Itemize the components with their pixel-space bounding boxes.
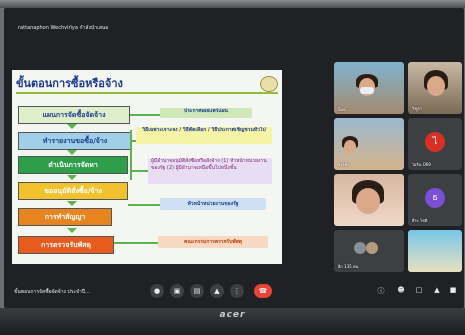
people-icon[interactable]: ☻ <box>396 286 406 294</box>
participant-thumb <box>366 242 378 254</box>
face-mask <box>360 87 374 94</box>
participant-name: ไอริน O69 <box>412 162 431 167</box>
participant-name: วิฑูรา <box>412 106 422 111</box>
meeting-title: ขั้นตอนการจัดซื้อจัดจ้าง ประจำปี... <box>14 289 90 295</box>
step-5: การทำสัญญา <box>18 208 112 226</box>
monitor-brand-logo: acer <box>219 310 246 320</box>
note-approver: ผู้มีอำนาจอนุมัติสั่งซื้อหรือสั่งจ้าง (1… <box>148 158 272 184</box>
activities-icon[interactable]: ▲ <box>432 286 442 294</box>
participant-name: Sasi <box>338 107 347 112</box>
slide-logo <box>260 76 278 92</box>
presentation-slide: ขั้นตอนการซื้อหรือจ้าง แผนการจัดซื้อจัดจ… <box>12 70 282 264</box>
participant-face <box>356 188 380 214</box>
participant-tile[interactable] <box>408 230 462 272</box>
down-arrow-icon <box>67 175 77 180</box>
end-call-icon[interactable]: ☎ <box>254 284 272 298</box>
step-3: ดำเนินการจัดหา <box>18 156 128 174</box>
participant-tile[interactable]: จรรยา <box>334 118 404 170</box>
down-arrow-icon <box>67 150 77 155</box>
monitor-bezel-bottom: acer <box>0 308 465 335</box>
participant-name: ธีระ โชติ <box>412 218 428 223</box>
captions-icon[interactable]: ▤ <box>190 284 204 298</box>
participant-tile[interactable]: ธ ธีระ โชติ <box>408 174 462 226</box>
note-methods: วิธีเฉพาะเจาะจง / วิธีคัดเลือก / วิธีประ… <box>136 127 272 144</box>
down-arrow-icon <box>67 124 77 129</box>
participant-tile[interactable]: ไ ไอริน O69 <box>408 118 462 170</box>
info-icon[interactable]: ⓘ <box>376 286 386 296</box>
monitor-bezel-top <box>0 0 465 8</box>
camera-icon[interactable]: ▣ <box>170 284 184 298</box>
step-6: การตรวจรับพัสดุ <box>18 236 114 254</box>
mic-icon[interactable]: ● <box>150 284 164 298</box>
participant-tile[interactable]: Sasi <box>334 62 404 114</box>
participant-avatar: ธ <box>425 188 445 208</box>
step-2: ทำรายงานขอซื้อ/จ้าง <box>18 132 132 150</box>
connector-line <box>128 204 160 206</box>
connector-line <box>130 114 160 116</box>
participant-face <box>427 76 445 96</box>
down-arrow-icon <box>67 228 77 233</box>
participant-face <box>344 140 356 154</box>
present-icon[interactable]: ▲ <box>210 284 224 298</box>
down-arrow-icon <box>67 201 77 206</box>
participant-name: จรรยา <box>338 162 350 167</box>
participant-thumb <box>354 242 366 254</box>
participant-tile[interactable] <box>334 174 404 226</box>
step-1: แผนการจัดซื้อจัดจ้าง <box>18 106 130 124</box>
chat-icon[interactable]: □ <box>414 286 424 294</box>
more-participants-label: อีก 135 คน <box>338 264 359 269</box>
connector-line <box>114 242 158 244</box>
more-participants-tile[interactable]: อีก 135 คน <box>334 230 404 272</box>
meet-screen: rattanaphon Wechviriya กำลังนำเสนอ ขั้นต… <box>4 8 464 308</box>
connector-line <box>130 170 148 172</box>
step-4: ขออนุมัติสั่งซื้อ/จ้าง <box>18 182 128 200</box>
meeting-control-bar: ขั้นตอนการจัดซื้อจัดจ้าง ประจำปี... ● ▣ … <box>4 276 464 308</box>
more-icon[interactable]: ⋮ <box>230 284 244 298</box>
connector-line <box>130 130 132 180</box>
note-inspection-committee: คณะกรรมการตรวจรับพัสดุ <box>158 236 268 248</box>
slide-title: ขั้นตอนการซื้อหรือจ้าง <box>16 77 123 90</box>
participant-avatar: ไ <box>425 132 445 152</box>
note-publish-plan: ประกาศเผยแพร่แผน <box>160 108 252 118</box>
title-underline <box>16 92 278 94</box>
lock-icon[interactable]: ■ <box>448 286 458 294</box>
note-agency-head: หัวหน้าหน่วยงานของรัฐ <box>160 198 266 210</box>
participant-tile[interactable]: วิฑูรา <box>408 62 462 114</box>
presenter-label: rattanaphon Wechviriya กำลังนำเสนอ <box>18 25 109 31</box>
